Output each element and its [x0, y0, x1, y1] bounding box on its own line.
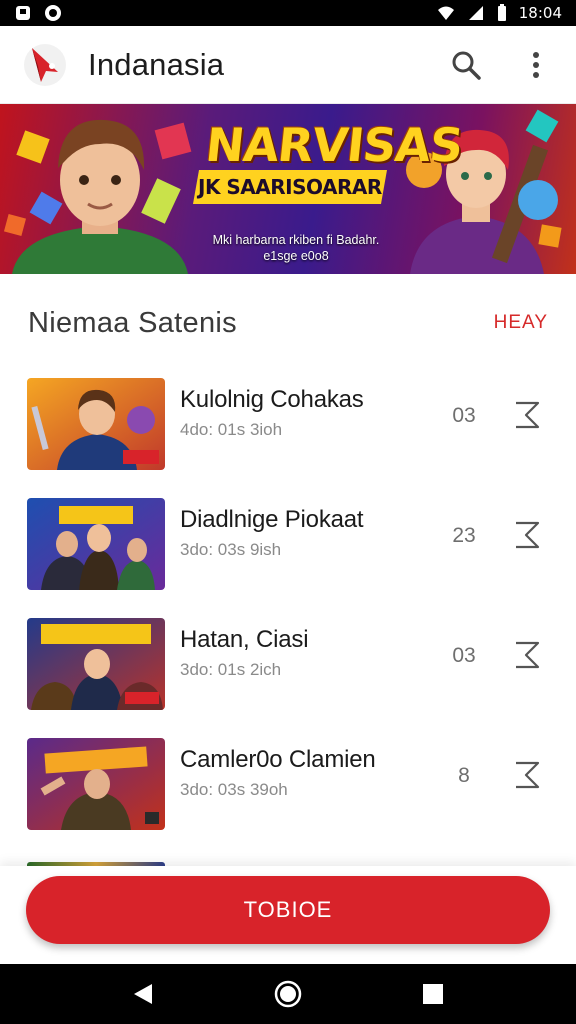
- game-thumb-heroes: [27, 618, 165, 710]
- game-thumb-warriors: [27, 498, 165, 590]
- item-meta: 3do: 03s 9ish: [180, 540, 282, 559]
- app-bar: Indanasia: [0, 26, 576, 104]
- more-vert-icon: [533, 51, 539, 78]
- game-list: Kulolnig Cohakas 4do: 01s 3ioh 03 Diadln…: [0, 368, 576, 848]
- banner-caption: Mki harbarna rkiben fi Badahr. e1sge e0o…: [196, 232, 396, 264]
- app-title: Indanasia: [88, 46, 225, 82]
- item-count: 03: [452, 404, 476, 427]
- back-icon: [133, 984, 152, 1004]
- share-icon[interactable]: [510, 518, 544, 552]
- signal-icon: [468, 6, 483, 20]
- home-button[interactable]: [268, 974, 308, 1014]
- wifi-icon: [437, 6, 454, 20]
- item-meta: 3do: 01s 2ich: [180, 660, 282, 679]
- search-icon: [452, 51, 481, 80]
- back-button[interactable]: [123, 974, 163, 1014]
- banner-ribbon-text: JK SAARISOARAR: [198, 175, 382, 199]
- app-logo: [24, 43, 66, 86]
- game-thumb-champion: [27, 738, 165, 830]
- more-options-button[interactable]: [518, 47, 554, 83]
- item-title: Camler0o Clamien: [180, 746, 376, 773]
- list-item[interactable]: Hatan, Ciasi 3do: 01s 2ich 03: [0, 608, 576, 728]
- battery-icon: [497, 4, 506, 21]
- home-icon: [274, 980, 302, 1008]
- share-icon[interactable]: [510, 398, 544, 432]
- item-meta: 3do: 03s 39oh: [180, 780, 288, 799]
- search-button[interactable]: [448, 47, 484, 83]
- item-title: Kulolnig Cohakas: [180, 386, 364, 413]
- section-action-link[interactable]: HEAY: [494, 312, 548, 334]
- recents-icon: [423, 984, 444, 1004]
- banner-ribbon: JK SAARISOARAR: [193, 170, 387, 204]
- item-title: Hatan, Ciasi: [180, 626, 309, 653]
- status-bar: 18:04: [0, 0, 576, 26]
- list-item[interactable]: Diadlnige Piokaat 3do: 03s 9ish 23: [0, 488, 576, 608]
- promo-banner[interactable]: NARVISAS JK SAARISOARAR Mki harbarna rki…: [0, 104, 576, 274]
- game-thumb-hero: [27, 378, 165, 470]
- cta-area: TOBIOE: [0, 866, 576, 964]
- list-item[interactable]: Camler0o Clamien 3do: 03s 39oh 8: [0, 728, 576, 848]
- banner-title: NARVISAS: [203, 118, 465, 172]
- share-icon[interactable]: [510, 758, 544, 792]
- section-title: Niemaa Satenis: [28, 306, 237, 339]
- recents-button[interactable]: [413, 974, 453, 1014]
- status-time: 18:04: [518, 4, 562, 22]
- section-header: Niemaa Satenis HEAY: [0, 290, 576, 356]
- item-count: 23: [452, 524, 476, 547]
- list-item[interactable]: Kulolnig Cohakas 4do: 01s 3ioh 03: [0, 368, 576, 488]
- share-icon[interactable]: [510, 638, 544, 672]
- item-count: 8: [458, 764, 470, 787]
- item-count: 03: [452, 644, 476, 667]
- notification-icon: [16, 6, 30, 20]
- banner-caption-line1: Mki harbarna rkiben fi Badahr.: [212, 233, 380, 247]
- item-title: Diadlnige Piokaat: [180, 506, 364, 533]
- item-meta: 4do: 01s 3ioh: [180, 420, 283, 439]
- circle-app-icon: [45, 5, 61, 21]
- system-nav-bar: [0, 964, 576, 1024]
- banner-caption-line2: e1sge e0o8: [263, 249, 329, 263]
- primary-action-button[interactable]: TOBIOE: [26, 876, 550, 944]
